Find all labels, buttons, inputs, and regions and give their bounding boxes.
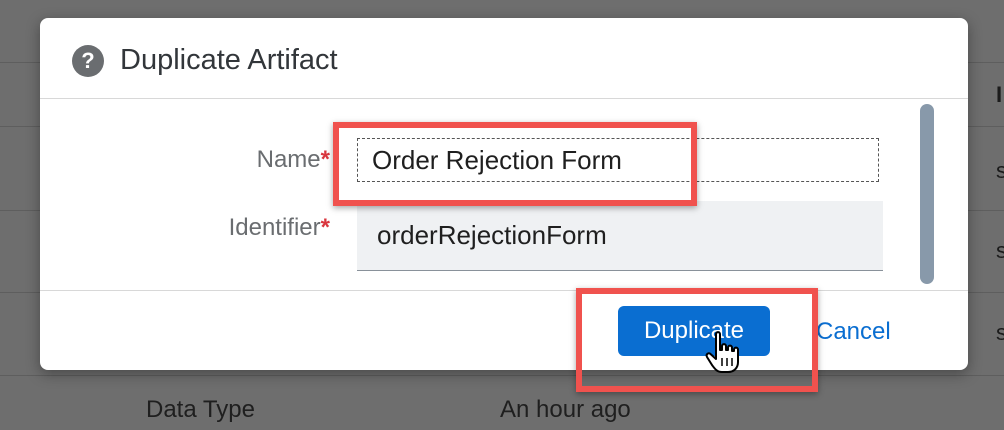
bg-cell-fragment: s [996,158,1004,183]
name-label: Name* [200,146,330,174]
dialog-header: ? Duplicate Artifact [40,18,968,99]
required-marker: * [320,146,330,173]
name-label-text: Name [256,146,321,173]
bg-row-modified: An hour ago [500,396,631,423]
identifier-field[interactable] [357,201,883,271]
help-icon: ? [72,45,104,77]
identifier-label: Identifier* [180,214,330,242]
bg-row-divider [0,375,1004,376]
required-marker: * [320,214,330,241]
bg-cell-fragment: s [996,320,1004,345]
duplicate-button-highlight [576,288,818,392]
bg-cell-fragment: s [996,238,1004,263]
hand-pointer-cursor-icon [705,331,739,373]
dialog-title: Duplicate Artifact [120,44,338,76]
bg-header-fragment: I [996,82,1003,107]
identifier-label-text: Identifier [228,214,321,241]
name-field-highlight [333,122,697,206]
cancel-button[interactable]: Cancel [806,312,901,352]
bg-row-type: Data Type [146,396,255,423]
dialog-scrollbar[interactable] [920,104,934,284]
